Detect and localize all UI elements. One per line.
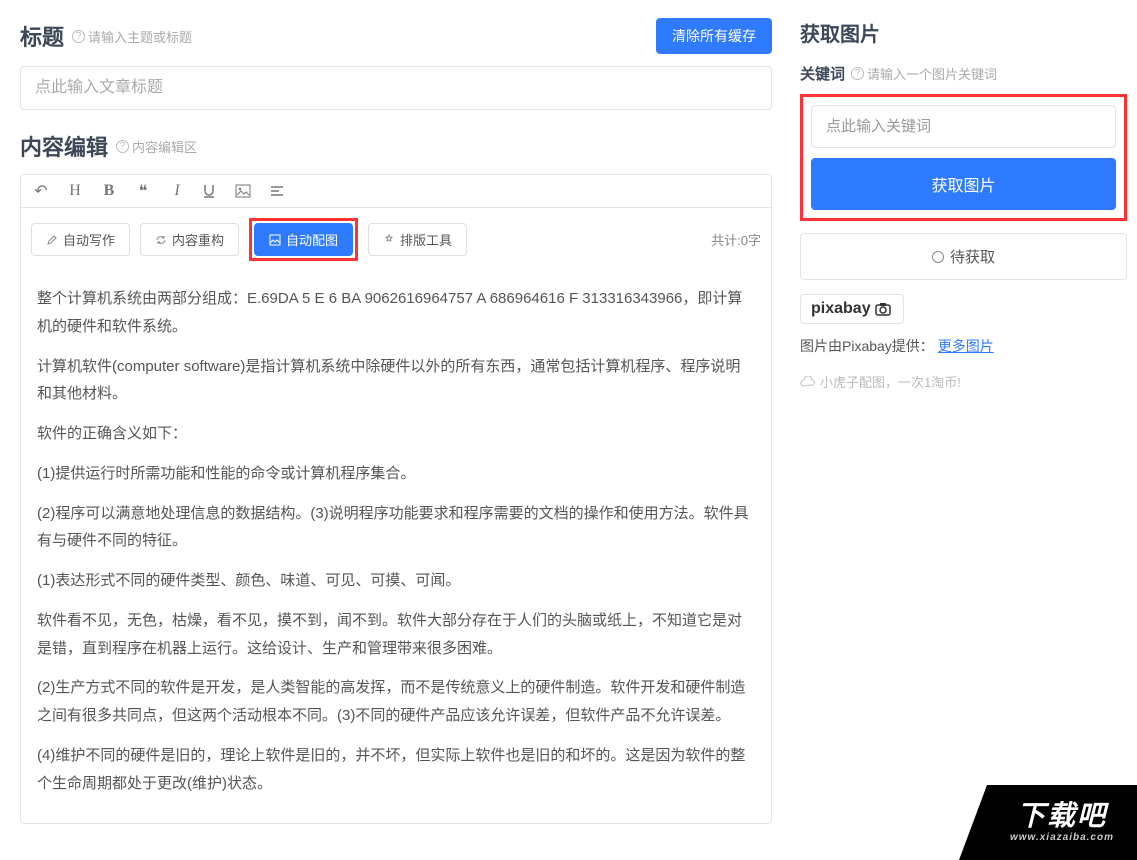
- layout-tool-button[interactable]: 排版工具: [368, 223, 467, 256]
- get-image-button[interactable]: 获取图片: [811, 158, 1116, 210]
- keyword-header: 关键词 ? 请输入一个图片关键词: [800, 63, 1127, 84]
- more-images-link[interactable]: 更多图片: [938, 338, 994, 354]
- heading-icon[interactable]: H: [65, 182, 85, 200]
- editor-paragraph: 软件的正确含义如下：: [37, 420, 755, 448]
- italic-icon[interactable]: I: [167, 182, 187, 200]
- info-icon: ?: [116, 140, 129, 153]
- editor-paragraph: 软件看不见，无色，枯燥，看不见，摸不到，闻不到。软件大部分存在于人们的头脑或纸上…: [37, 607, 755, 663]
- content-label: 内容编辑: [20, 130, 108, 162]
- editor-toolbar: ↶ H B ❝ I: [21, 175, 771, 208]
- title-label: 标题: [20, 20, 64, 52]
- editor-paragraph: (1)表达形式不同的硬件类型、颜色、味道、可见、可摸、可闻。: [37, 567, 755, 595]
- align-icon[interactable]: [269, 183, 289, 199]
- restructure-button[interactable]: 内容重构: [140, 223, 239, 256]
- editor-paragraph: (4)维护不同的硬件是旧的，理论上软件是旧的，并不坏，但实际上软件也是旧的和坏的…: [37, 742, 755, 798]
- keyword-label: 关键词: [800, 63, 845, 84]
- editor-paragraph: 计算机软件(computer software)是指计算机系统中除硬件以外的所有…: [37, 353, 755, 409]
- tool-icon: [383, 234, 395, 246]
- pixabay-badge: pixabay: [800, 294, 904, 324]
- auto-image-button[interactable]: 自动配图: [254, 223, 353, 256]
- watermark: 下载吧 www.xiazaiba.com: [987, 785, 1137, 860]
- cloud-icon: [800, 376, 816, 388]
- content-header: 内容编辑 ? 内容编辑区: [20, 130, 772, 162]
- editor-paragraph: 整个计算机系统由两部分组成：E.69DA 5 E 6 BA 9062616964…: [37, 285, 755, 341]
- keyword-highlight-box: 获取图片: [800, 94, 1127, 221]
- keyword-hint: ? 请输入一个图片关键词: [851, 64, 997, 83]
- editor-content[interactable]: 整个计算机系统由两部分组成：E.69DA 5 E 6 BA 9062616964…: [21, 271, 771, 823]
- word-counter: 共计:0字: [711, 230, 761, 249]
- image-icon[interactable]: [235, 183, 255, 199]
- editor-paragraph: (2)程序可以满意地处理信息的数据结构。(3)说明程序功能要求和程序需要的文档的…: [37, 500, 755, 556]
- camera-icon: [875, 302, 893, 316]
- info-icon: ?: [72, 30, 85, 43]
- title-hint: ? 请输入主题或标题: [72, 27, 192, 46]
- picture-icon: [269, 234, 281, 246]
- clear-cache-button[interactable]: 清除所有缓存: [656, 18, 772, 54]
- bold-icon[interactable]: B: [99, 182, 119, 200]
- refresh-icon: [155, 234, 167, 246]
- auto-image-highlight: 自动配图: [249, 218, 358, 261]
- undo-icon[interactable]: ↶: [31, 181, 51, 201]
- content-hint: ? 内容编辑区: [116, 137, 197, 156]
- action-toolbar: 自动写作 内容重构 自动配图 排版工具 共计:0字: [21, 208, 771, 271]
- sidebar-title: 获取图片: [800, 18, 1127, 47]
- provider-line: 图片由Pixabay提供： 更多图片: [800, 336, 1127, 356]
- pencil-icon: [46, 234, 58, 246]
- quote-icon[interactable]: ❝: [133, 181, 153, 201]
- article-title-input[interactable]: [20, 66, 772, 110]
- watermark-corner: [959, 785, 987, 860]
- editor-paragraph: (1)提供运行时所需功能和性能的命令或计算机程序集合。: [37, 460, 755, 488]
- info-icon: ?: [851, 67, 864, 80]
- title-header: 标题 ? 请输入主题或标题 清除所有缓存: [20, 18, 772, 54]
- underline-icon[interactable]: [201, 183, 221, 199]
- editor-paragraph: (2)生产方式不同的软件是开发，是人类智能的高发挥，而不是传统意义上的硬件制造。…: [37, 674, 755, 730]
- editor: ↶ H B ❝ I 自动写作: [20, 174, 772, 824]
- keyword-input[interactable]: [811, 105, 1116, 148]
- circle-icon: [932, 251, 944, 263]
- footer-note: 小虎子配图，一次1淘币!: [800, 372, 1127, 391]
- pending-button[interactable]: 待获取: [800, 233, 1127, 280]
- auto-write-button[interactable]: 自动写作: [31, 223, 130, 256]
